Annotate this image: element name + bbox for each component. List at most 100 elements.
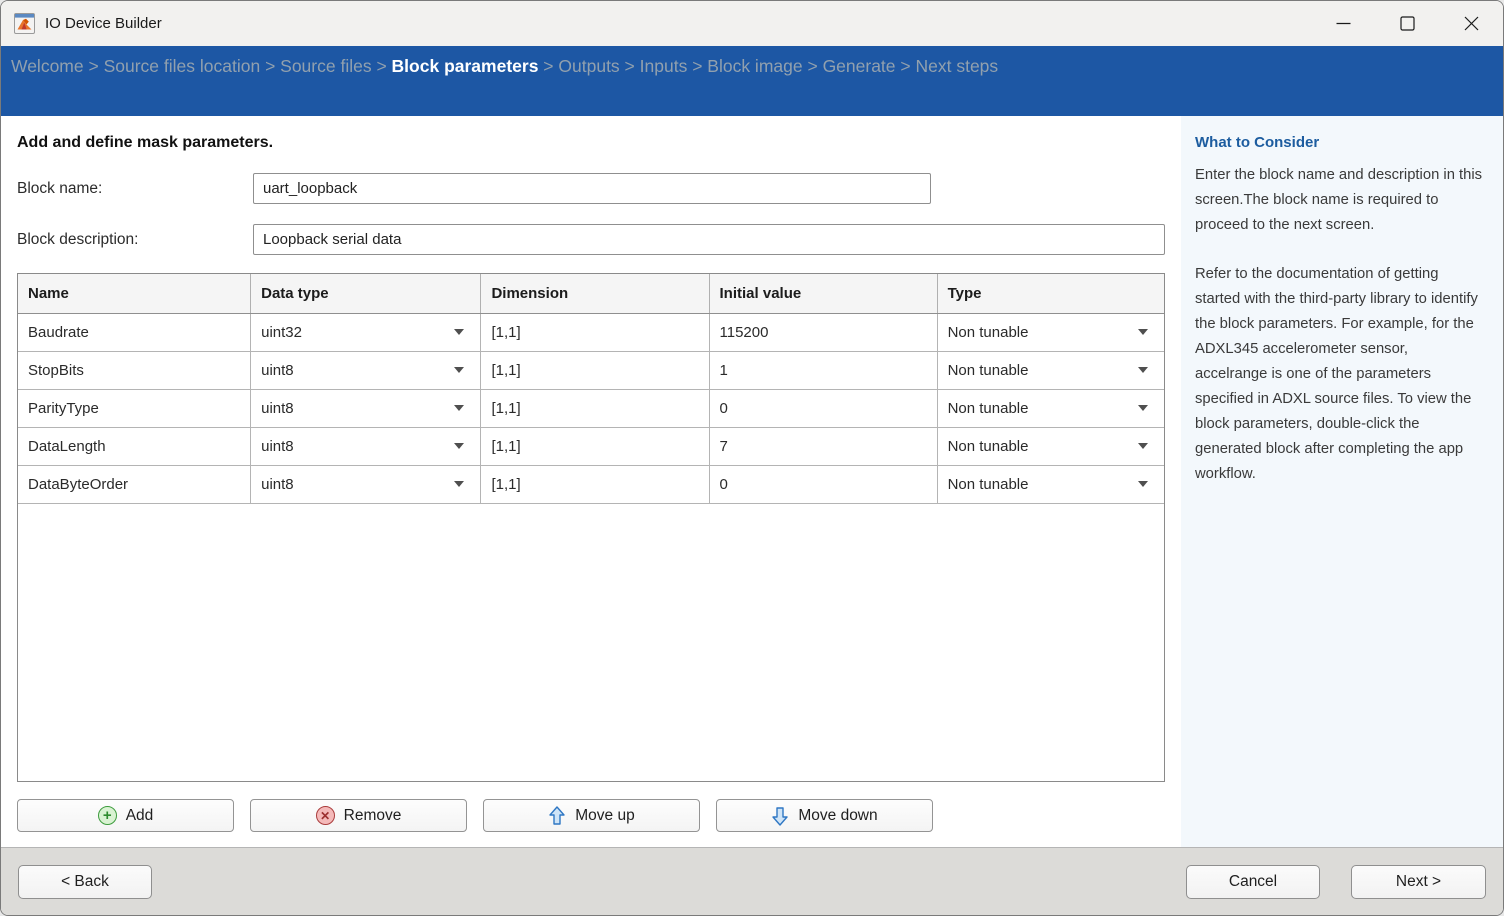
header-row: NameData typeDimensionInitial valueType xyxy=(18,274,1164,313)
chevron-down-icon xyxy=(454,405,464,411)
cell-type[interactable]: Non tunable xyxy=(937,427,1164,465)
parameters-table-header: NameData typeDimensionInitial valueType xyxy=(18,274,1164,313)
breadcrumb-separator: > xyxy=(896,56,916,76)
help-sidebar: What to Consider Enter the block name an… xyxy=(1181,116,1503,847)
minimize-button[interactable] xyxy=(1311,1,1375,46)
table-row: StopBitsuint8[1,1]1 Non tunable xyxy=(18,351,1164,389)
type-value: Non tunable xyxy=(948,362,1029,379)
data-type-value: uint8 xyxy=(261,476,294,493)
block-name-row: Block name: xyxy=(17,173,1165,204)
cell-data-type[interactable]: uint8 xyxy=(251,389,481,427)
footer-bar: < Back Cancel Next > xyxy=(1,847,1503,915)
chevron-down-icon xyxy=(1138,367,1148,373)
page-heading: Add and define mask parameters. xyxy=(17,134,1165,152)
chevron-down-icon xyxy=(1138,443,1148,449)
cell-dimension[interactable]: [1,1] xyxy=(481,351,709,389)
add-button[interactable]: + Add xyxy=(17,799,234,832)
type-value: Non tunable xyxy=(948,324,1029,341)
add-button-label: Add xyxy=(126,807,154,825)
move-down-button-label: Move down xyxy=(798,807,877,825)
breadcrumb-separator: > xyxy=(687,56,707,76)
chevron-down-icon xyxy=(454,481,464,487)
back-button[interactable]: < Back xyxy=(18,865,152,899)
cell-data-type[interactable]: uint8 xyxy=(251,351,481,389)
window-title: IO Device Builder xyxy=(45,15,162,32)
cell-name[interactable]: DataLength xyxy=(18,427,251,465)
column-header-type: Type xyxy=(937,274,1164,313)
data-type-value: uint8 xyxy=(261,400,294,417)
block-name-input[interactable] xyxy=(253,173,931,204)
matlab-app-icon xyxy=(14,13,35,34)
cell-data-type[interactable]: uint32 xyxy=(251,313,481,351)
title-bar: IO Device Builder xyxy=(1,1,1503,46)
column-header-name: Name xyxy=(18,274,251,313)
column-header-dimension: Dimension xyxy=(481,274,709,313)
cell-data-type[interactable]: uint8 xyxy=(251,465,481,503)
table-row: DataByteOrder uint8 [1,1]0 Non tunable xyxy=(18,465,1164,503)
window-controls xyxy=(1311,1,1503,46)
type-value: Non tunable xyxy=(948,438,1029,455)
breadcrumb-separator: > xyxy=(84,56,104,76)
data-type-value: uint32 xyxy=(261,324,302,341)
cell-name[interactable]: Baudrate xyxy=(18,313,251,351)
main-panel: Add and define mask parameters. Block na… xyxy=(1,116,1181,847)
parameters-table-container: NameData typeDimensionInitial valueType … xyxy=(17,273,1165,782)
breadcrumb-banner: Welcome > Source files location > Source… xyxy=(1,46,1503,116)
breadcrumb-item-block-image: Block image xyxy=(707,56,802,76)
sidebar-heading: What to Consider xyxy=(1195,134,1483,151)
parameters-table: NameData typeDimensionInitial valueType … xyxy=(18,274,1164,504)
cell-initial-value[interactable]: 1 xyxy=(709,351,937,389)
cell-type[interactable]: Non tunable xyxy=(937,389,1164,427)
close-icon xyxy=(1464,16,1479,31)
cell-name[interactable]: StopBits xyxy=(18,351,251,389)
remove-button-label: Remove xyxy=(344,807,402,825)
breadcrumb-separator: > xyxy=(372,56,392,76)
block-description-input[interactable] xyxy=(253,224,1165,255)
breadcrumb-item-source-files-location: Source files location xyxy=(104,56,261,76)
breadcrumb: Welcome > Source files location > Source… xyxy=(11,56,1503,77)
breadcrumb-separator: > xyxy=(538,56,558,76)
cell-data-type[interactable]: uint8 xyxy=(251,427,481,465)
breadcrumb-item-source-files: Source files xyxy=(280,56,371,76)
cell-initial-value[interactable]: 7 xyxy=(709,427,937,465)
cell-type[interactable]: Non tunable xyxy=(937,313,1164,351)
cell-initial-value[interactable]: 115200 xyxy=(709,313,937,351)
type-value: Non tunable xyxy=(948,476,1029,493)
chevron-down-icon xyxy=(454,367,464,373)
chevron-down-icon xyxy=(454,329,464,335)
cell-dimension[interactable]: [1,1] xyxy=(481,427,709,465)
move-down-arrow-icon xyxy=(771,806,789,826)
remove-button[interactable]: ✕ Remove xyxy=(250,799,467,832)
cell-dimension[interactable]: [1,1] xyxy=(481,313,709,351)
move-up-button[interactable]: Move up xyxy=(483,799,700,832)
cell-name[interactable]: ParityType xyxy=(18,389,251,427)
block-description-label: Block description: xyxy=(17,231,253,249)
cell-dimension[interactable]: [1,1] xyxy=(481,389,709,427)
chevron-down-icon xyxy=(1138,481,1148,487)
move-down-button[interactable]: Move down xyxy=(716,799,933,832)
chevron-down-icon xyxy=(1138,405,1148,411)
minimize-icon xyxy=(1336,16,1351,31)
cell-name[interactable]: DataByteOrder xyxy=(18,465,251,503)
cell-initial-value[interactable]: 0 xyxy=(709,465,937,503)
cancel-button[interactable]: Cancel xyxy=(1186,865,1320,899)
move-up-arrow-icon xyxy=(548,806,566,826)
content-row: Add and define mask parameters. Block na… xyxy=(1,116,1503,847)
breadcrumb-item-inputs: Inputs xyxy=(640,56,688,76)
column-header-data-type: Data type xyxy=(251,274,481,313)
breadcrumb-separator: > xyxy=(260,56,280,76)
close-button[interactable] xyxy=(1439,1,1503,46)
cell-initial-value[interactable]: 0 xyxy=(709,389,937,427)
app-window: IO Device Builder Welcome > Source files… xyxy=(0,0,1504,916)
cell-type[interactable]: Non tunable xyxy=(937,351,1164,389)
table-row: Baudrate uint32 [1,1]115200 Non tunable xyxy=(18,313,1164,351)
cell-dimension[interactable]: [1,1] xyxy=(481,465,709,503)
breadcrumb-separator: > xyxy=(620,56,640,76)
chevron-down-icon xyxy=(454,443,464,449)
block-description-row: Block description: xyxy=(17,224,1165,255)
sidebar-paragraph-2: Refer to the documentation of getting st… xyxy=(1195,262,1483,487)
cell-type[interactable]: Non tunable xyxy=(937,465,1164,503)
maximize-button[interactable] xyxy=(1375,1,1439,46)
next-button[interactable]: Next > xyxy=(1351,865,1486,899)
table-action-buttons: + Add ✕ Remove Move up Mov xyxy=(17,799,1165,832)
